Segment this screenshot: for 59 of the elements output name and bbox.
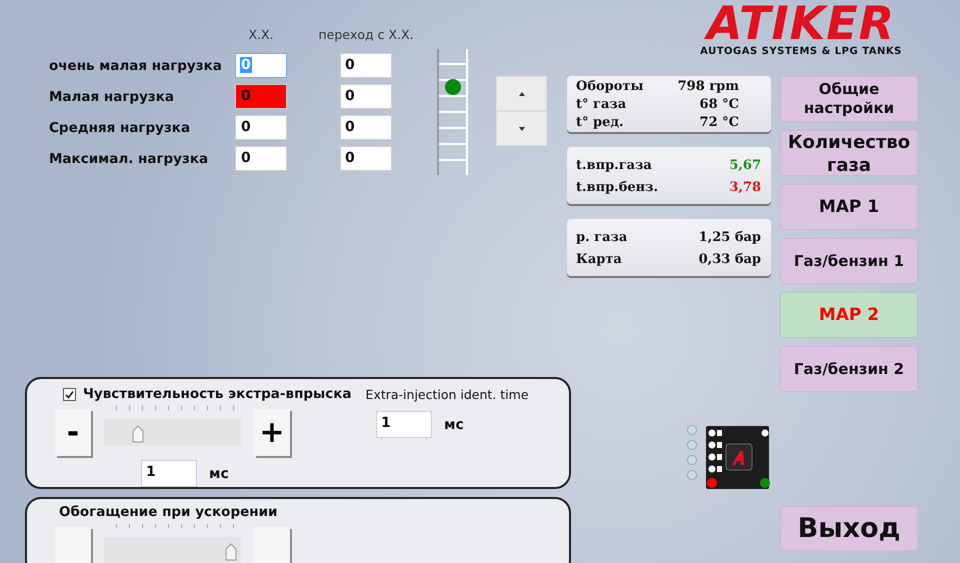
field-value: 0 xyxy=(240,57,252,73)
nav-button[interactable]: MAP 1 xyxy=(780,184,918,230)
input-field[interactable]: 1 xyxy=(376,411,432,438)
arrow-down-icon xyxy=(518,126,524,130)
up-button[interactable] xyxy=(496,76,547,111)
unit-label: мс xyxy=(444,416,464,432)
column-header: переход с Х.Х. xyxy=(318,27,414,42)
arrow-up-icon xyxy=(518,92,524,96)
field-value: 0 xyxy=(240,150,252,166)
reading-value: 72 °C xyxy=(700,114,739,132)
step-button[interactable] xyxy=(254,527,290,563)
slider-thumb[interactable] xyxy=(132,425,144,443)
input-field[interactable]: 0 xyxy=(235,146,287,171)
reading-label: Обороты xyxy=(576,78,644,96)
slider-thumb[interactable] xyxy=(224,543,237,561)
reading-label: t.впр.газа xyxy=(576,157,652,175)
reading-label: р. газа xyxy=(576,229,628,247)
minus-button[interactable]: - xyxy=(55,409,91,456)
step-button[interactable] xyxy=(55,527,91,563)
input-field[interactable]: 1 xyxy=(141,460,197,487)
plus-button[interactable]: + xyxy=(254,409,290,456)
reading-label: t° газа xyxy=(576,96,626,114)
input-field[interactable]: 0 xyxy=(340,115,392,140)
field-label: Extra-injection ident. time xyxy=(366,386,529,402)
row-label: очень малая нагрузка xyxy=(49,58,223,74)
reading-value: 5,67 xyxy=(729,157,761,175)
exit-button[interactable]: Выход xyxy=(780,506,918,551)
column-header: Х.Х. xyxy=(248,27,274,42)
slider[interactable] xyxy=(104,524,241,563)
logo-tagline: AUTOGAS SYSTEMS & LPG TANKS xyxy=(700,46,902,57)
reading-label: t° ред. xyxy=(576,114,624,132)
input-field[interactable]: 0 xyxy=(235,84,287,109)
nav-button[interactable]: Газ/бензин 1 xyxy=(780,238,918,284)
nav-button[interactable]: Количество газа xyxy=(780,130,918,176)
nav-button[interactable]: Общие настройки xyxy=(780,76,918,122)
brand-logo: ATIKER xyxy=(706,0,896,46)
reading-label: Карта xyxy=(576,251,622,269)
reading-value: 1,25 бар xyxy=(698,229,761,247)
reading-value: 0,33 бар xyxy=(698,251,761,269)
reading-value: 3,78 xyxy=(729,179,761,197)
input-field[interactable]: 0 xyxy=(340,84,392,109)
field-value: 0 xyxy=(240,119,252,135)
row-label: Средняя нагрузка xyxy=(49,120,192,136)
reading-value: 798 rpm xyxy=(678,78,739,96)
row-label: Малая нагрузка xyxy=(49,88,175,104)
reading-label: t.впр.бенз. xyxy=(576,179,658,197)
input-field[interactable]: 0 xyxy=(340,53,392,78)
unit-label: мс xyxy=(209,466,229,482)
nav-button[interactable]: Газ/бензин 2 xyxy=(780,346,918,392)
field-value: 0 xyxy=(240,88,252,104)
down-button[interactable] xyxy=(496,111,547,146)
checkbox[interactable] xyxy=(63,388,76,400)
panel-title: Обогащение при ускорении xyxy=(59,504,278,520)
row-label: Максимал. нагрузка xyxy=(49,150,210,166)
slider[interactable] xyxy=(104,406,241,446)
panel-title: Чувствительность экстра-впрыска xyxy=(83,386,352,402)
reading-value: 68 °C xyxy=(700,96,739,114)
input-field[interactable]: 0 xyxy=(235,115,287,140)
input-field[interactable]: 0 xyxy=(340,146,392,171)
